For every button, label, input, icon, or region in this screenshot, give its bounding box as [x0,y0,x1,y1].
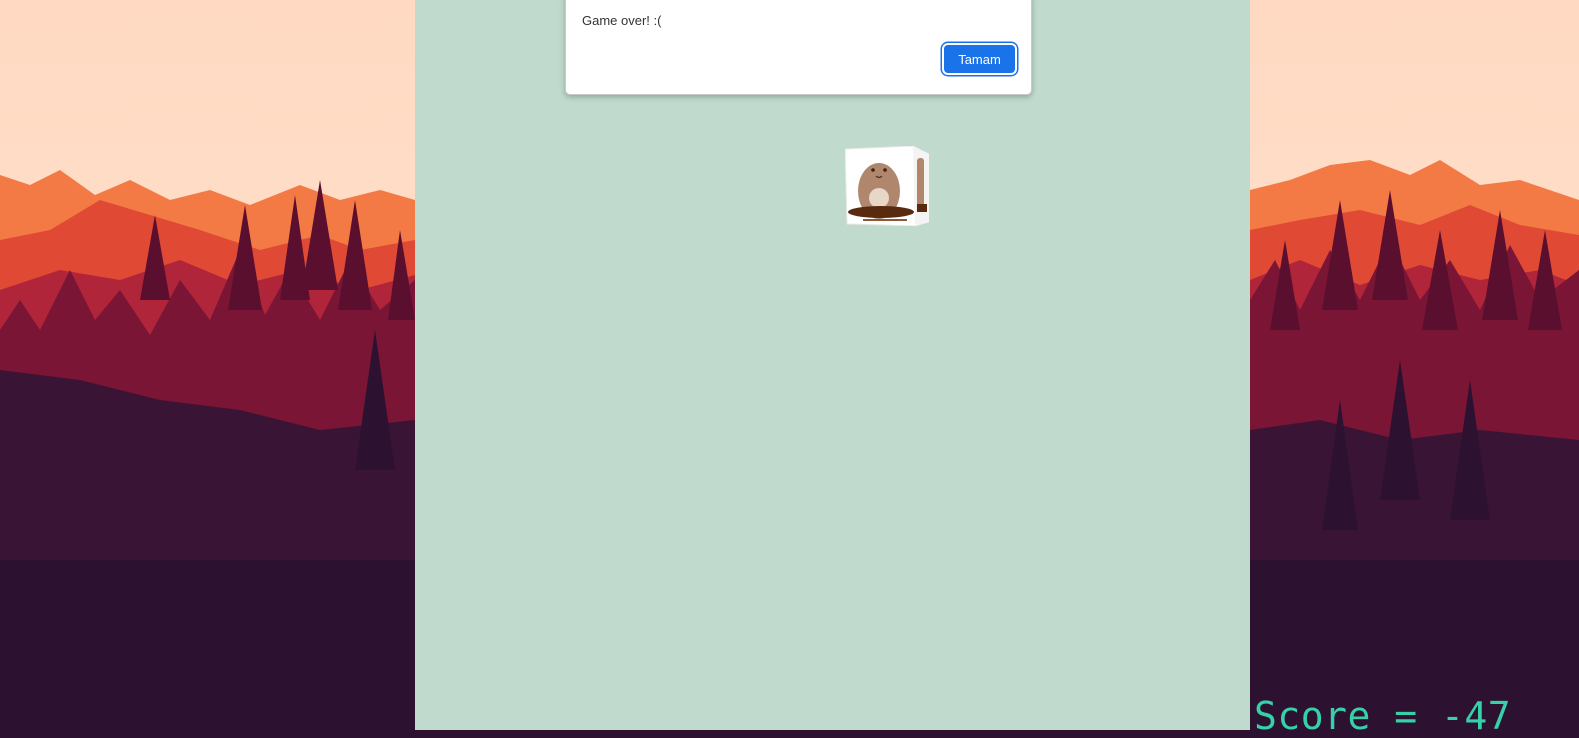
score-display: Score = -47 [1254,694,1512,738]
alert-dialog: Game over! :( Tamam [565,0,1032,95]
mole-icon[interactable] [844,145,930,227]
game-board [415,0,1250,730]
alert-message: Game over! :( [582,13,662,28]
ok-button[interactable]: Tamam [944,45,1015,73]
